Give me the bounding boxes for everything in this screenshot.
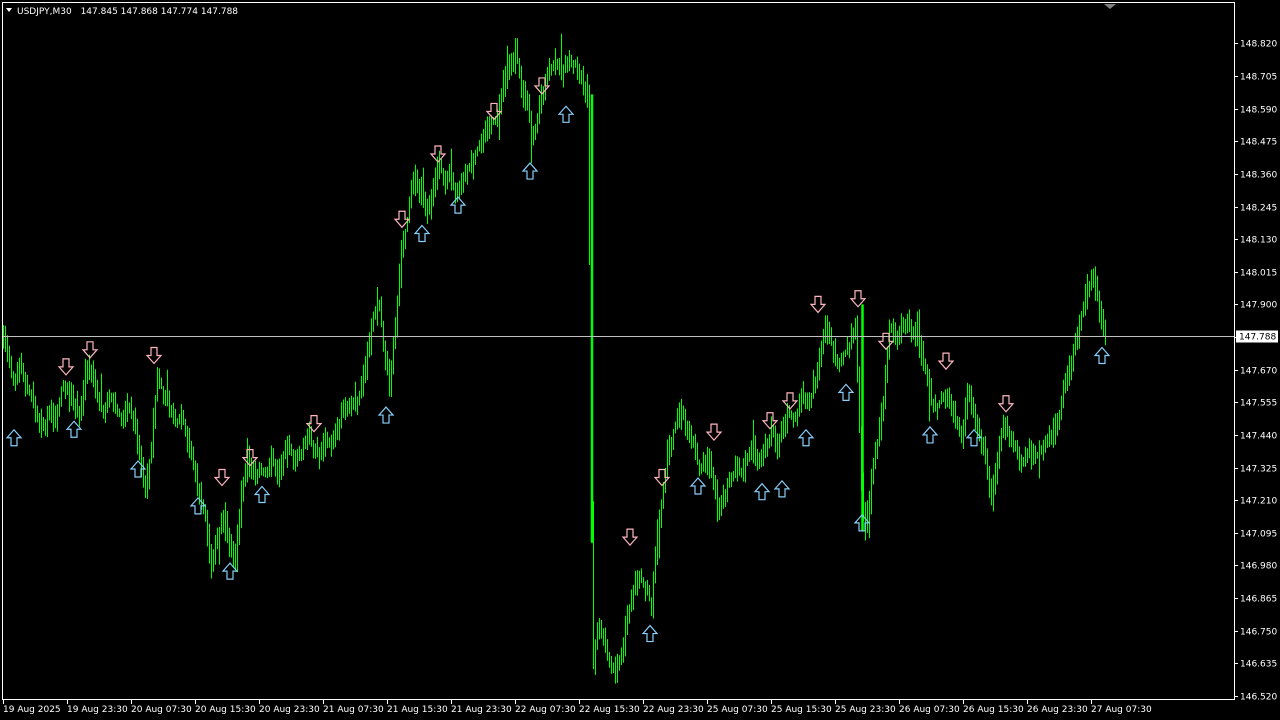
- chart-header: USDJPY,M30 147.845 147.868 147.774 147.7…: [6, 7, 238, 17]
- y-tick-label: 148.130: [1240, 236, 1277, 246]
- y-tick-label: 146.865: [1240, 595, 1277, 605]
- x-tick-label: 22 Aug 23:30: [643, 705, 704, 715]
- x-tick-label: 25 Aug 07:30: [707, 705, 768, 715]
- price-axis: 148.820 148.705 148.590 148.475 148.360 148.2…: [1235, 40, 1277, 703]
- y-tick-label: 147.670: [1240, 367, 1277, 377]
- x-tick-label: 20 Aug 07:30: [131, 705, 192, 715]
- x-tick-label: 27 Aug 07:30: [1091, 705, 1152, 715]
- svg-text:USDJPY,M30 147.845 147.8: USDJPY,M30 147.845 147.868 147.774 147.7…: [17, 7, 238, 17]
- price-chart[interactable]: 148.820 148.705 148.590 148.475 148.360 148.2…: [0, 0, 1280, 720]
- current-price-label: 147.788: [1239, 333, 1276, 343]
- x-tick-label: 22 Aug 07:30: [515, 705, 576, 715]
- y-tick-label: 146.980: [1240, 562, 1277, 572]
- symbol-timeframe: USDJPY,M30: [17, 7, 72, 17]
- x-tick-label: 25 Aug 23:30: [835, 705, 896, 715]
- y-tick-label: 147.555: [1240, 399, 1277, 409]
- y-tick-label: 147.440: [1240, 432, 1277, 442]
- x-tick-label: 19 Aug 2025: [3, 705, 61, 715]
- x-tick-label: 26 Aug 15:30: [963, 705, 1024, 715]
- y-tick-label: 146.635: [1240, 660, 1277, 670]
- y-tick-label: 148.015: [1240, 269, 1277, 279]
- ohlc-values: 147.845 147.868 147.774 147.788: [81, 7, 239, 17]
- x-tick-label: 26 Aug 07:30: [899, 705, 960, 715]
- y-tick-label: 147.325: [1240, 465, 1277, 475]
- y-tick-label: 148.475: [1240, 138, 1277, 148]
- y-tick-label: 147.900: [1240, 301, 1277, 311]
- y-tick-label: 146.520: [1240, 693, 1277, 703]
- y-tick-label: 148.820: [1240, 40, 1277, 50]
- x-tick-label: 20 Aug 23:30: [259, 705, 320, 715]
- y-tick-label: 147.095: [1240, 530, 1277, 540]
- x-tick-label: 20 Aug 15:30: [195, 705, 256, 715]
- y-tick-label: 147.210: [1240, 497, 1277, 507]
- x-tick-label: 22 Aug 15:30: [579, 705, 640, 715]
- y-tick-label: 146.750: [1240, 628, 1277, 638]
- chart-background: [0, 0, 1280, 720]
- x-tick-label: 21 Aug 15:30: [387, 705, 448, 715]
- x-tick-label: 21 Aug 07:30: [323, 705, 384, 715]
- x-tick-label: 21 Aug 23:30: [451, 705, 512, 715]
- y-tick-label: 148.590: [1240, 106, 1277, 116]
- y-tick-label: 148.245: [1240, 204, 1277, 214]
- price-label-box: 147.788: [1236, 330, 1278, 343]
- y-tick-label: 148.360: [1240, 171, 1277, 181]
- x-tick-label: 25 Aug 15:30: [771, 705, 832, 715]
- x-tick-label: 19 Aug 23:30: [67, 705, 128, 715]
- x-tick-label: 26 Aug 23:30: [1027, 705, 1088, 715]
- y-tick-label: 148.705: [1240, 73, 1277, 83]
